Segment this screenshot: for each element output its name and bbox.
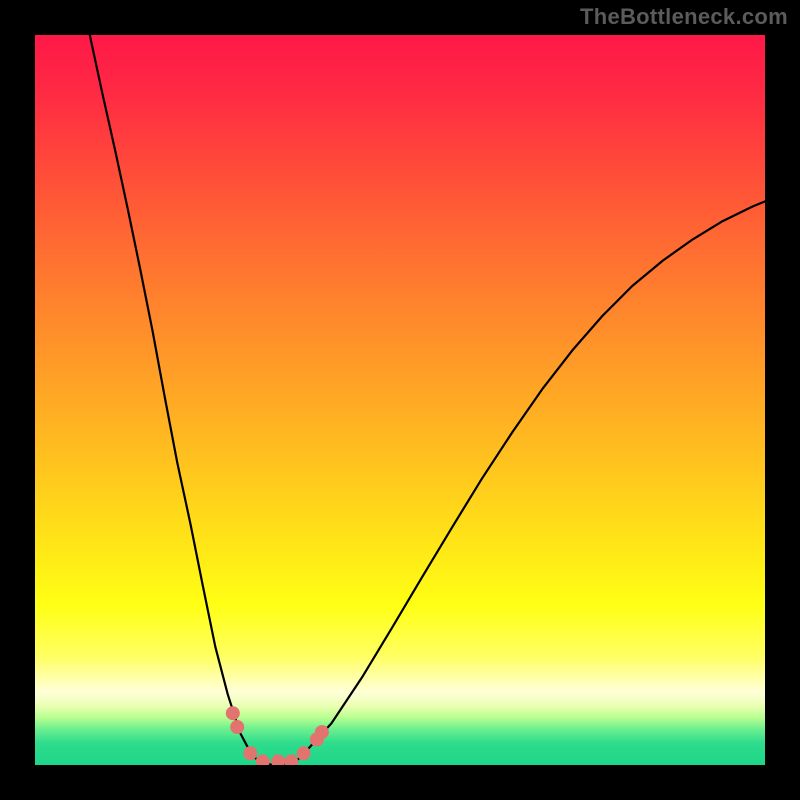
marker-dot bbox=[243, 746, 257, 760]
watermark-text: TheBottleneck.com bbox=[580, 4, 788, 30]
bottleneck-curve bbox=[90, 35, 765, 765]
marker-dot bbox=[284, 754, 298, 765]
plot-area bbox=[35, 35, 765, 765]
marker-dot bbox=[230, 720, 244, 734]
chart-svg bbox=[35, 35, 765, 765]
marker-dot bbox=[226, 706, 240, 720]
outer-frame: TheBottleneck.com bbox=[0, 0, 800, 800]
marker-dot bbox=[297, 746, 311, 760]
marker-dot bbox=[271, 754, 285, 765]
marker-dot bbox=[256, 754, 270, 765]
marker-dot bbox=[315, 725, 329, 739]
